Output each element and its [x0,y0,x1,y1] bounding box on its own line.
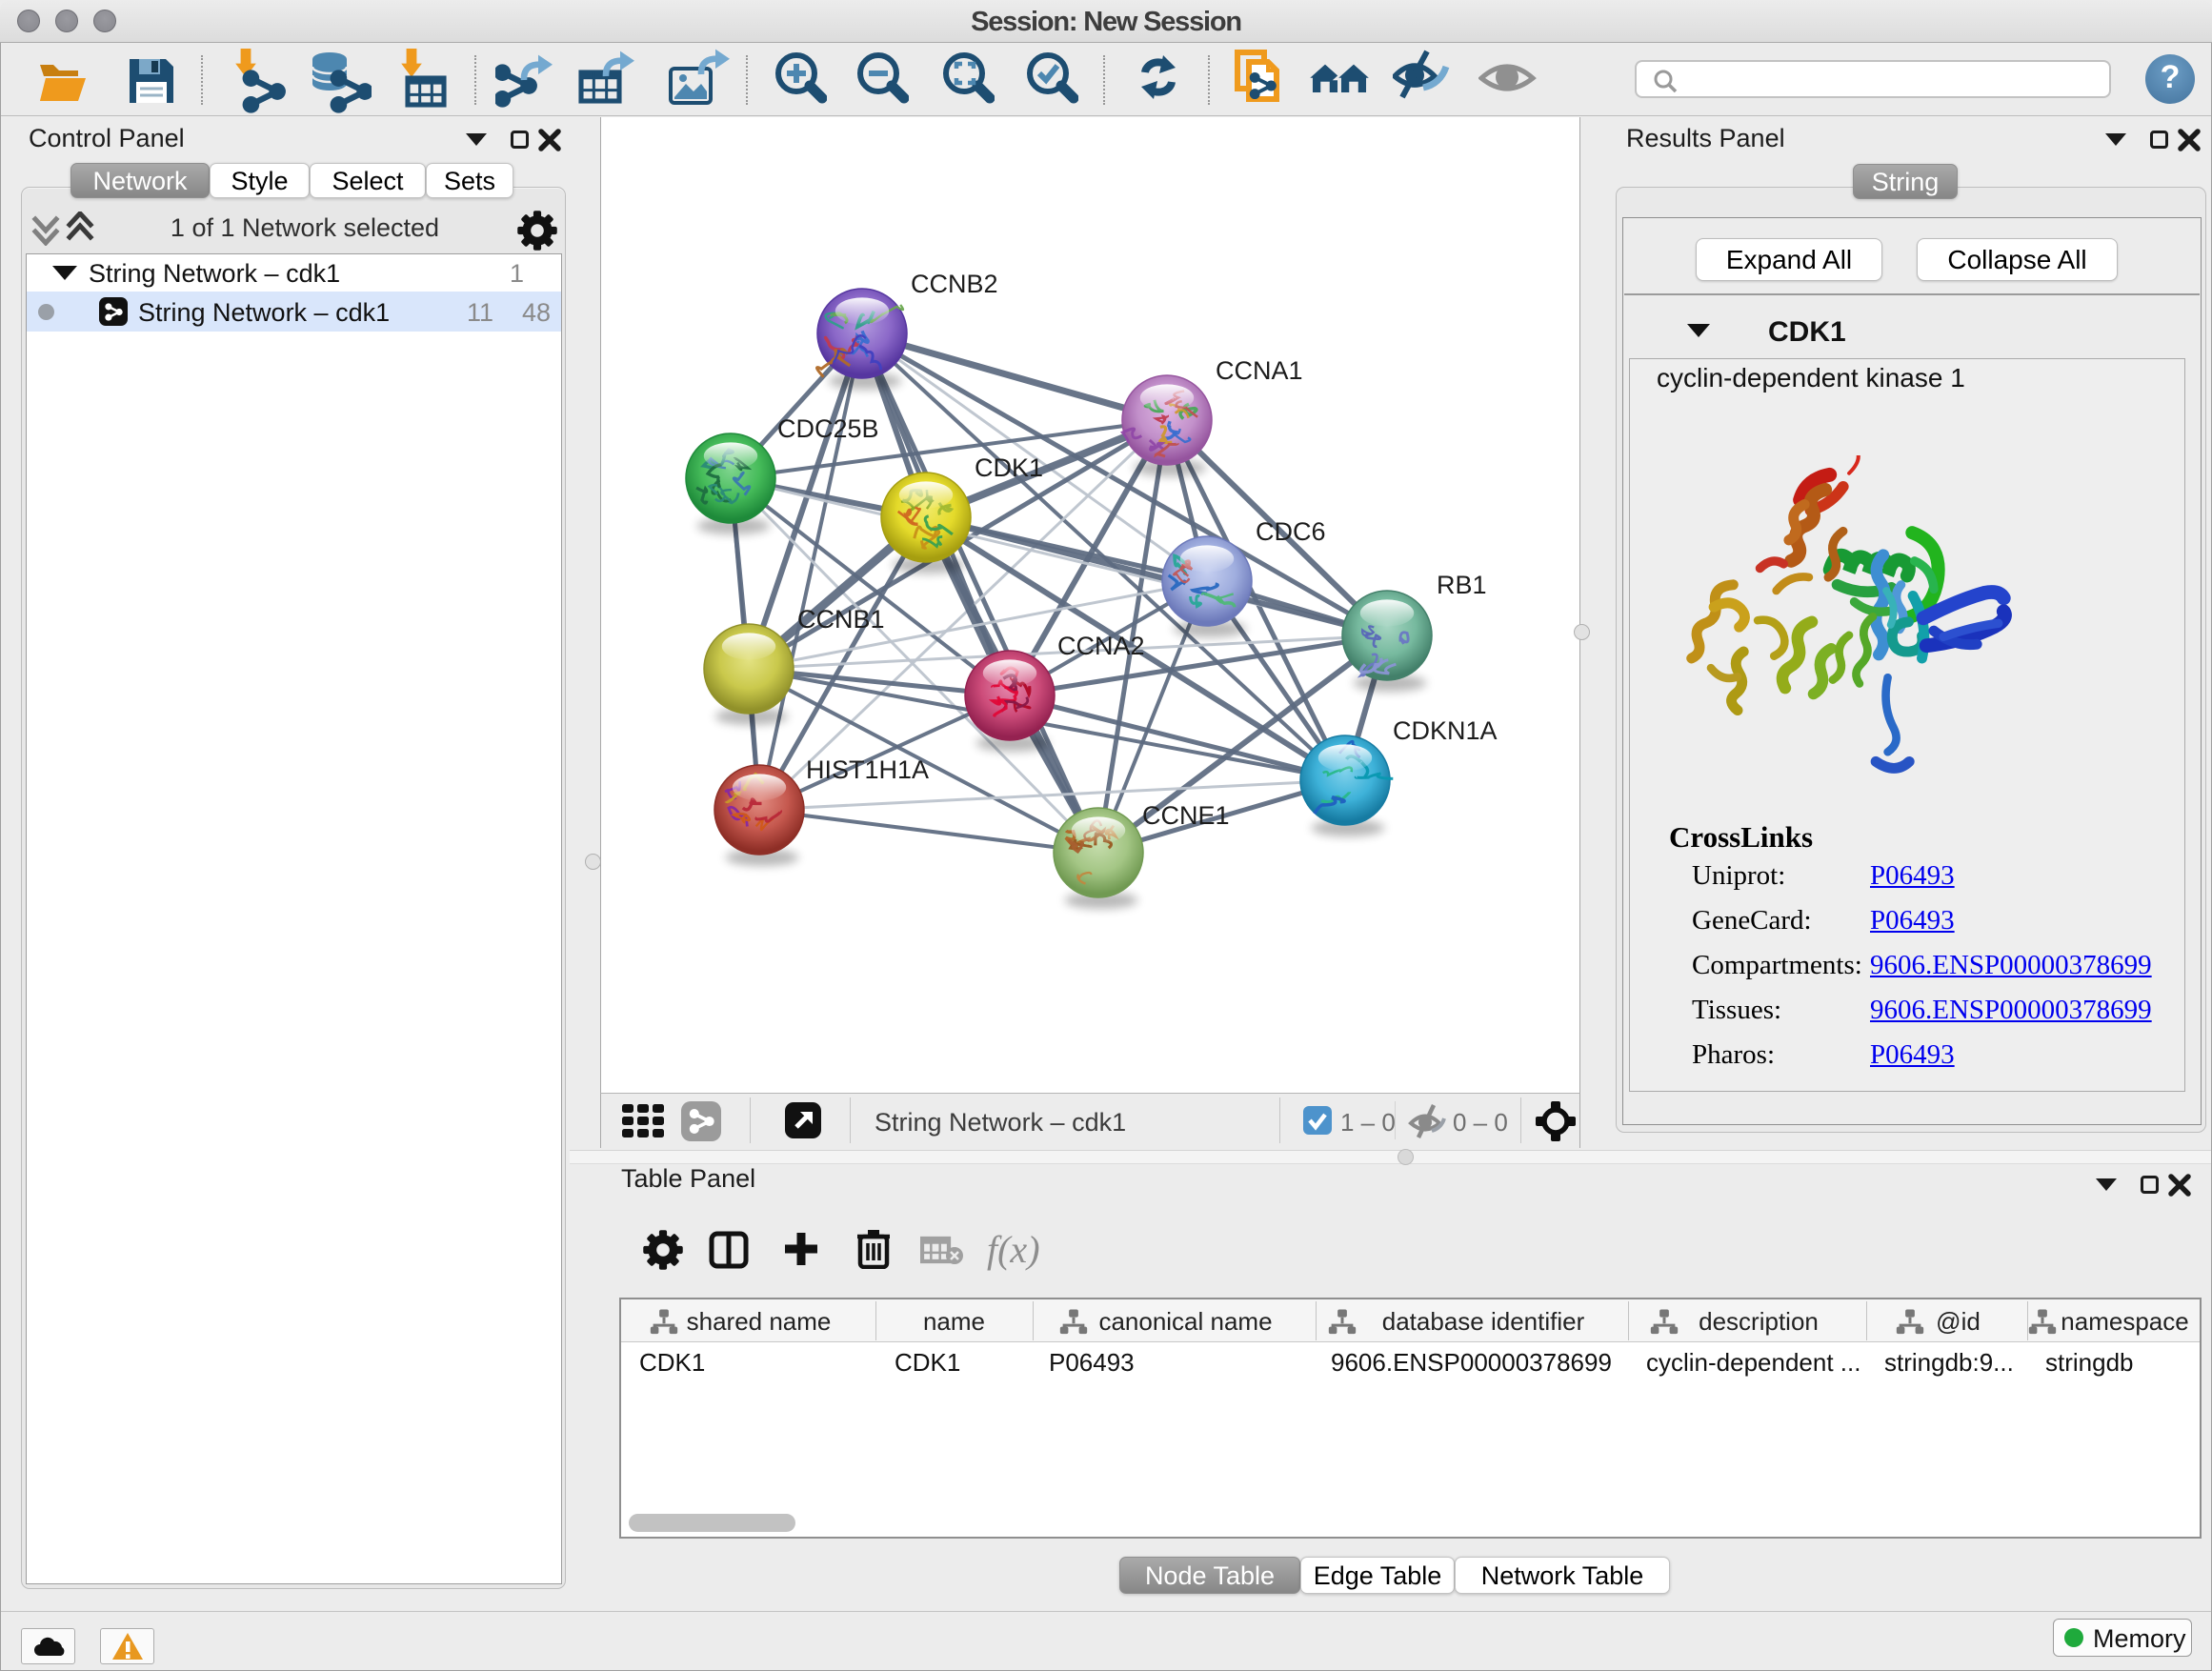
svg-text:CDK1: CDK1 [975,453,1043,482]
svg-text:CCNE1: CCNE1 [1142,801,1230,830]
svg-text:HIST1H1A: HIST1H1A [806,755,929,784]
svg-text:RB1: RB1 [1437,571,1487,599]
svg-text:CDC25B: CDC25B [777,414,879,443]
svg-text:CCNB1: CCNB1 [797,605,885,634]
svg-text:CCNA1: CCNA1 [1216,356,1303,385]
svg-text:CCNB2: CCNB2 [911,270,998,298]
svg-text:CCNA2: CCNA2 [1057,632,1145,660]
svg-text:CDKN1A: CDKN1A [1393,716,1498,745]
svg-text:CDC6: CDC6 [1256,517,1326,546]
